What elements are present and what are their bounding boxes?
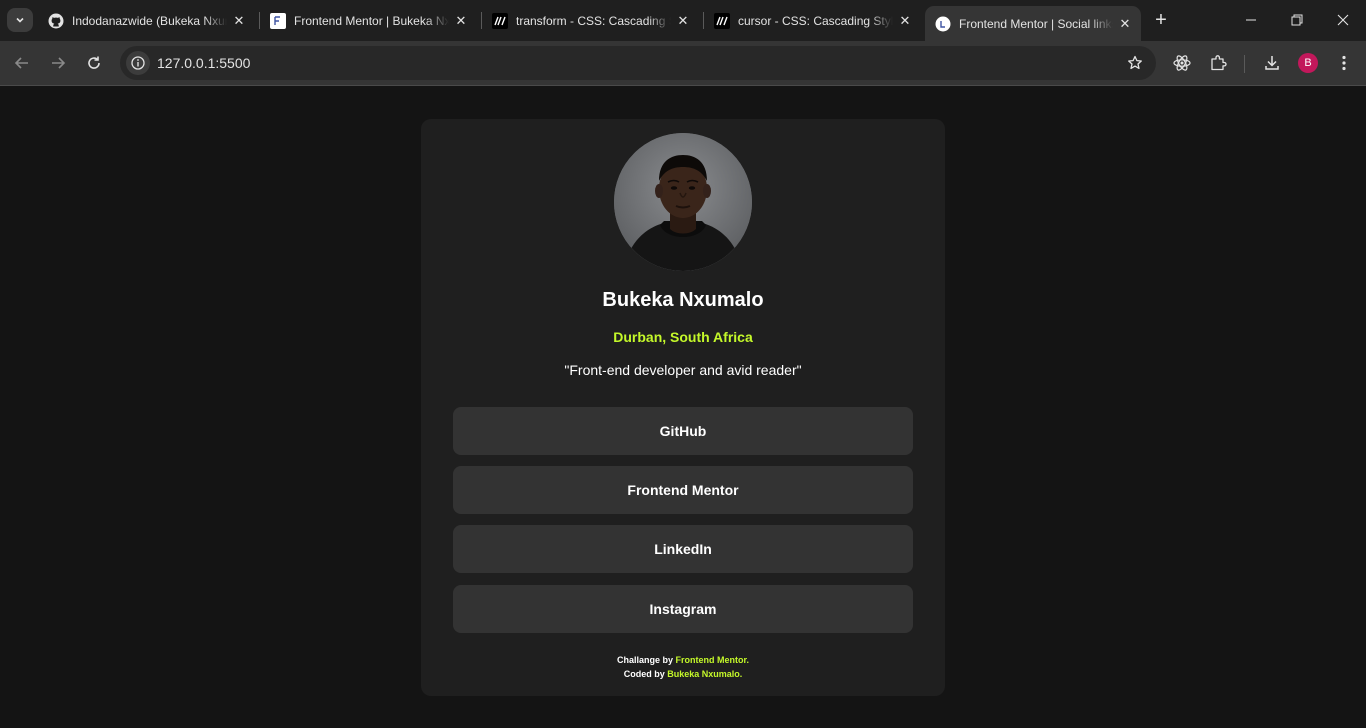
profile-photo bbox=[614, 133, 752, 271]
mdn-icon bbox=[714, 12, 730, 29]
author-attribution-link[interactable]: Bukeka Nxumalo bbox=[667, 669, 740, 679]
tab-title: transform - CSS: Cascading Style Sheets bbox=[516, 13, 671, 28]
tab-mdn-transform[interactable]: transform - CSS: Cascading Style Sheets … bbox=[482, 7, 699, 34]
chevron-down-icon bbox=[16, 17, 24, 23]
attribution-challenge: Challange by Frontend Mentor. bbox=[421, 655, 945, 665]
puzzle-icon bbox=[1211, 55, 1227, 71]
attribution-challenge-suffix: . bbox=[746, 655, 750, 665]
tab-github[interactable]: Indodanazwide (Bukeka Nxumalo) ✕ bbox=[38, 7, 255, 34]
toolbar-divider bbox=[1244, 55, 1245, 73]
profile-location: Durban, South Africa bbox=[613, 329, 753, 345]
instagram-link-button[interactable]: Instagram bbox=[453, 585, 913, 633]
tab-search-button[interactable] bbox=[7, 8, 33, 32]
github-icon bbox=[48, 13, 64, 29]
download-icon bbox=[1265, 56, 1279, 70]
frontend-mentor-attribution-link[interactable]: Frontend Mentor bbox=[676, 655, 747, 665]
reload-icon bbox=[88, 56, 100, 69]
downloads-button[interactable] bbox=[1260, 51, 1284, 75]
page-viewport: Bukeka Nxumalo Durban, South Africa "Fro… bbox=[0, 87, 1366, 728]
close-icon[interactable]: ✕ bbox=[231, 13, 247, 29]
attribution-challenge-prefix: Challange by bbox=[616, 655, 676, 665]
star-icon bbox=[1128, 55, 1142, 70]
tab-title: Frontend Mentor | Bukeka Nxumalo bbox=[294, 13, 449, 28]
linkedin-link-button[interactable]: LinkedIn bbox=[453, 525, 913, 573]
address-bar[interactable]: 127.0.0.1:5500 bbox=[120, 46, 1156, 80]
bookmark-button[interactable] bbox=[1126, 54, 1144, 72]
tab-frontend-mentor-profile[interactable]: Frontend Mentor | Bukeka Nxumalo ✕ bbox=[260, 7, 477, 34]
react-icon bbox=[1173, 55, 1191, 71]
profile-bio: "Front-end developer and avid reader" bbox=[564, 362, 802, 378]
profile-name: Bukeka Nxumalo bbox=[602, 289, 764, 311]
github-link-button[interactable]: GitHub bbox=[453, 407, 913, 455]
frontend-mentor-link-button[interactable]: Frontend Mentor bbox=[453, 466, 913, 514]
close-icon bbox=[1337, 14, 1349, 26]
attribution-coded-suffix: . bbox=[739, 669, 743, 679]
tab-title: Frontend Mentor | Social links profile bbox=[959, 16, 1113, 31]
menu-button[interactable] bbox=[1332, 51, 1356, 75]
info-icon bbox=[131, 56, 145, 70]
tab-title: Indodanazwide (Bukeka Nxumalo) bbox=[72, 13, 227, 28]
tab-social-links-profile[interactable]: Frontend Mentor | Social links profile ✕ bbox=[925, 6, 1141, 41]
forward-button[interactable] bbox=[45, 50, 71, 76]
restore-button[interactable] bbox=[1274, 0, 1320, 40]
frontend-mentor-icon bbox=[270, 12, 286, 29]
new-tab-button[interactable]: + bbox=[1150, 9, 1172, 31]
frontend-mentor-icon bbox=[935, 16, 951, 32]
reload-button[interactable] bbox=[81, 50, 107, 76]
attribution-coded-prefix: Coded by bbox=[623, 669, 668, 679]
extensions-button[interactable] bbox=[1206, 51, 1230, 75]
more-vertical-icon bbox=[1342, 55, 1346, 71]
back-button[interactable] bbox=[9, 50, 35, 76]
mdn-icon bbox=[492, 12, 508, 29]
attribution-coded: Coded by Bukeka Nxumalo. bbox=[421, 669, 945, 679]
browser-toolbar: 127.0.0.1:5500 B bbox=[0, 41, 1366, 86]
tab-strip: Indodanazwide (Bukeka Nxumalo) ✕ Fronten… bbox=[0, 0, 1366, 41]
minimize-icon bbox=[1246, 19, 1256, 21]
close-icon[interactable]: ✕ bbox=[897, 13, 913, 29]
react-devtools-button[interactable] bbox=[1170, 51, 1194, 75]
close-icon[interactable]: ✕ bbox=[453, 13, 469, 29]
restore-icon bbox=[1291, 14, 1303, 26]
tab-mdn-cursor[interactable]: cursor - CSS: Cascading Style Sheets ✕ bbox=[704, 7, 921, 34]
profile-avatar[interactable]: B bbox=[1298, 53, 1318, 73]
tab-title: cursor - CSS: Cascading Style Sheets bbox=[738, 13, 893, 28]
site-info-button[interactable] bbox=[126, 51, 150, 75]
arrow-left-icon bbox=[14, 57, 28, 69]
plus-icon: + bbox=[1155, 8, 1167, 31]
close-icon[interactable]: ✕ bbox=[675, 13, 691, 29]
arrow-right-icon bbox=[52, 57, 66, 69]
close-icon[interactable]: ✕ bbox=[1117, 16, 1133, 32]
close-window-button[interactable] bbox=[1320, 0, 1366, 40]
minimize-button[interactable] bbox=[1228, 0, 1274, 40]
profile-card: Bukeka Nxumalo Durban, South Africa "Fro… bbox=[421, 119, 945, 696]
url-text: 127.0.0.1:5500 bbox=[157, 55, 251, 71]
